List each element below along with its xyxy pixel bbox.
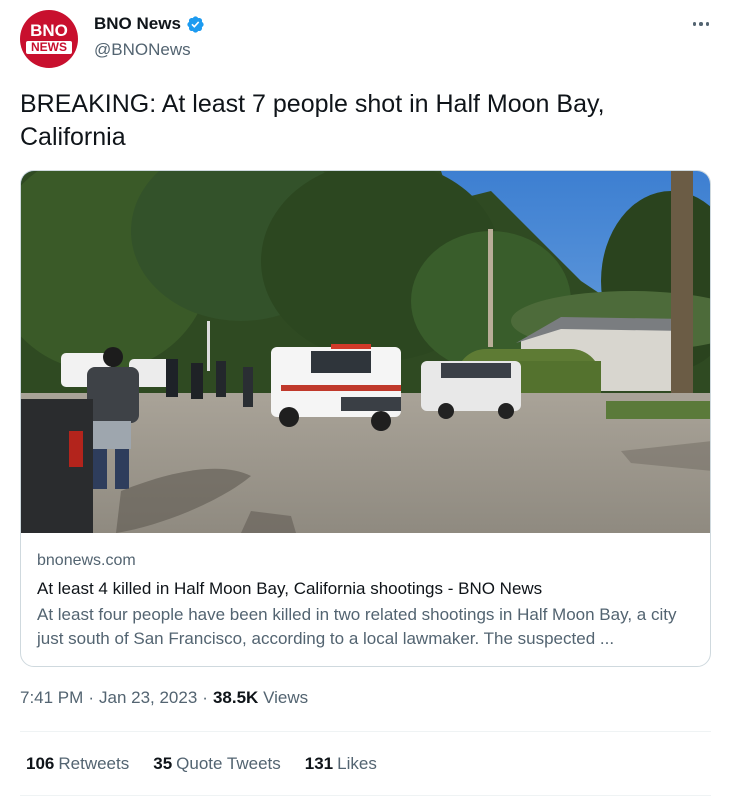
name-row: BNO News <box>94 14 205 34</box>
more-options-icon[interactable] <box>688 14 714 34</box>
card-image <box>21 171 710 533</box>
tweet-text: BREAKING: At least 7 people shot in Half… <box>20 90 605 151</box>
divider <box>20 795 711 796</box>
likes-count: 131 <box>304 754 334 773</box>
views-count: 38.5K <box>212 688 259 707</box>
divider <box>20 731 711 732</box>
dot <box>705 22 710 26</box>
card-description: At least four people have been killed in… <box>37 605 677 648</box>
quote-tweets-count: 35 <box>153 754 173 773</box>
separator: · <box>202 688 208 707</box>
quote-tweets-label: Quote Tweets <box>176 754 281 773</box>
views-label: Views <box>263 688 309 707</box>
dot <box>692 22 697 26</box>
dot <box>699 22 703 26</box>
likes-label: Likes <box>337 754 377 773</box>
tweet-date[interactable]: Jan 23, 2023 <box>99 688 197 708</box>
card-domain: bnonews.com <box>37 552 136 569</box>
separator: · <box>88 688 94 707</box>
engagement-stats: 106 Retweets 35 Quote Tweets 131 Likes <box>26 754 377 774</box>
views: 38.5K Views <box>213 688 308 708</box>
likes-link[interactable]: 131 Likes <box>305 754 377 774</box>
tweet-time[interactable]: 7:41 PM <box>20 688 83 708</box>
handle[interactable]: @BNONews <box>94 40 191 60</box>
verified-badge-icon <box>187 15 204 33</box>
card-meta: bnonews.com At least 4 killed in Half Mo… <box>37 551 698 651</box>
retweets-link[interactable]: 106 Retweets <box>26 754 129 774</box>
retweets-count: 106 <box>26 754 55 773</box>
avatar[interactable]: BNO NEWS <box>20 10 78 68</box>
tweet-meta: 7:41 PM · Jan 23, 2023 · 38.5K Views <box>20 688 308 708</box>
link-card[interactable]: bnonews.com At least 4 killed in Half Mo… <box>20 170 711 667</box>
card-title[interactable]: At least 4 killed in Half Moon Bay, Cali… <box>37 578 698 600</box>
avatar-logo-top: BNO <box>30 21 68 40</box>
retweets-label: Retweets <box>58 754 130 773</box>
avatar-logo-bottom: NEWS <box>26 41 72 54</box>
quote-tweets-link[interactable]: 35 Quote Tweets <box>153 754 281 774</box>
display-name[interactable]: BNO News <box>94 14 181 34</box>
